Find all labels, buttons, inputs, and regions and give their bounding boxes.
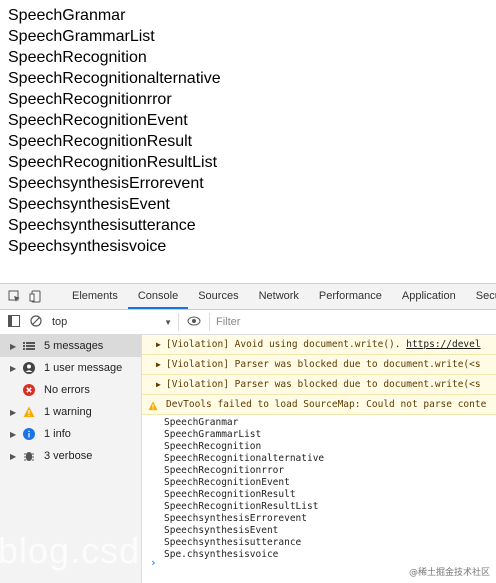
page-list-item: SpeechsynthesisErrorevent	[8, 175, 204, 192]
context-selector[interactable]: top ▼	[48, 313, 179, 331]
console-log-line: SpeechRecognition	[164, 441, 262, 452]
warning-icon	[22, 405, 36, 419]
sidebar-item[interactable]: ▶ 5 messages	[0, 335, 141, 357]
message-text: DevTools failed to load SourceMap: Could…	[166, 399, 487, 410]
info-icon	[22, 427, 36, 441]
expand-arrow-icon: ▶	[10, 407, 17, 417]
page-list-item: SpeechRecognitionResult	[8, 133, 193, 150]
tab-secu[interactable]: Secu	[466, 284, 496, 309]
page-list-item: SpeechRecognitionalternative	[8, 70, 221, 87]
sidebar-item[interactable]: No errors	[0, 379, 141, 401]
expand-arrow-icon[interactable]: ▶	[156, 355, 161, 374]
sidebar-item[interactable]: ▶ 1 info	[0, 423, 141, 445]
expand-arrow-icon[interactable]: ▶	[156, 335, 161, 354]
console-log-line: Spe.chsynthesisvoice	[164, 549, 279, 560]
console-prompt[interactable]: ›	[150, 556, 157, 569]
sidebar-item-label: 1 warning	[44, 406, 92, 418]
console-log-line: SpeechRecognitionrror	[164, 465, 285, 476]
tab-sources[interactable]: Sources	[188, 284, 248, 309]
console-log: SpeechGranmar SpeechGrammarList SpeechReco…	[142, 415, 496, 561]
devtools-panel: Elements Console Sources Network Performance…	[0, 283, 496, 583]
filter-input[interactable]: Filter	[209, 313, 496, 331]
console-panes: ▶ 5 messages ▶ 1 user message No errors ▶ 1 wa…	[0, 335, 496, 583]
page-output-list: SpeechGranmar SpeechGrammarList SpeechReco…	[8, 5, 221, 257]
sidebar-item-label: No errors	[44, 384, 90, 396]
list-icon	[22, 339, 36, 353]
watermark-credit: @稀土掘金技术社区	[408, 568, 490, 578]
user-icon	[22, 361, 36, 375]
page-list-item: SpeechRecognitionEvent	[8, 112, 188, 129]
console-sidebar: ▶ 5 messages ▶ 1 user message No errors ▶ 1 wa…	[0, 335, 142, 583]
console-log-line: SpeechRecognitionResult	[164, 489, 296, 500]
console-log-line: SpeechsynthesisErrorevent	[164, 513, 307, 524]
expand-arrow-icon: ▶	[10, 363, 17, 373]
tab-console[interactable]: Console	[127, 284, 189, 309]
sidebar-item[interactable]: ▶ 1 user message	[0, 357, 141, 379]
expand-arrow-icon[interactable]: ▶	[156, 375, 161, 394]
error-icon	[22, 383, 36, 397]
expand-arrow-icon: ▶	[10, 429, 17, 439]
tab-application[interactable]: Application	[392, 284, 466, 309]
page-list-item: SpeechsynthesisEvent	[8, 196, 170, 213]
verbose-icon	[22, 449, 36, 463]
page-list-item: SpeechRecognitionrror	[8, 91, 172, 108]
page-list-item: SpeechRecognitionResultList	[8, 154, 218, 171]
devtools-tabbar: Elements Console Sources Network Performance…	[0, 284, 496, 310]
clear-console-icon[interactable]	[30, 314, 42, 330]
device-toolbar-icon[interactable]	[29, 290, 42, 304]
console-messages: ▶ [Violation] Avoid using document.write(…	[142, 335, 496, 415]
warning-icon	[148, 399, 158, 418]
message-text: [Violation] Avoid using document.write()…	[166, 339, 407, 350]
console-log-line: SpeechRecognitionEvent	[164, 477, 290, 488]
expand-arrow-icon: ▶	[10, 451, 17, 461]
console-log-line: Speechsynthesisutterance	[164, 537, 302, 548]
sidebar-item-label: 1 info	[44, 428, 71, 440]
console-warning-message[interactable]: ▶ [Violation] Parser was blocked due to d…	[142, 355, 496, 375]
page-list-item: Speechsynthesisutterance	[8, 217, 196, 234]
console-warning-message[interactable]: DevTools failed to load SourceMap: Could…	[142, 395, 496, 415]
message-text: [Violation] Parser was blocked due to do…	[166, 359, 481, 370]
sidebar-toggle-icon[interactable]	[8, 314, 20, 330]
console-output: ▶ [Violation] Avoid using document.write(…	[142, 335, 496, 583]
eye-icon[interactable]	[187, 316, 201, 329]
tab-list: Elements Console Sources Network Performance…	[62, 284, 496, 309]
sidebar-item-label: 3 verbose	[44, 450, 93, 462]
inspect-element-icon[interactable]	[8, 290, 21, 304]
console-log-line: SpeechRecognitionResultList	[164, 501, 319, 512]
tab-elements[interactable]: Elements	[62, 284, 128, 309]
console-toolbar: top ▼ Filter	[0, 310, 496, 335]
context-value: top	[52, 316, 68, 328]
page-list-item: Speechsynthesisvoice	[8, 238, 167, 255]
console-log-line: SpeechRecognitionalternative	[164, 453, 325, 464]
tab-network[interactable]: Network	[249, 284, 309, 309]
sidebar-item-label: 5 messages	[44, 340, 104, 352]
sidebar-item-label: 1 user message	[44, 362, 123, 374]
page-list-item: SpeechGranmar	[8, 7, 126, 24]
page-list-item: SpeechGrammarList	[8, 28, 155, 45]
message-text: [Violation] Parser was blocked due to do…	[166, 379, 481, 390]
console-warning-message[interactable]: ▶ [Violation] Parser was blocked due to d…	[142, 375, 496, 395]
console-log-line: SpeechGrammarList	[164, 429, 262, 440]
console-log-line: SpeechGranmar	[164, 417, 239, 428]
chevron-down-icon: ▼	[164, 317, 172, 327]
console-log-line: SpeechsynthesisEvent	[164, 525, 279, 536]
message-link[interactable]: https://devel	[406, 339, 480, 350]
sidebar-item[interactable]: ▶ 3 verbose	[0, 445, 141, 467]
console-warning-message[interactable]: ▶ [Violation] Avoid using document.write(…	[142, 335, 496, 355]
expand-arrow-icon: ▶	[10, 341, 17, 351]
tab-performance[interactable]: Performance	[309, 284, 392, 309]
page-list-item: SpeechRecognition	[8, 49, 147, 66]
sidebar-item[interactable]: ▶ 1 warning	[0, 401, 141, 423]
